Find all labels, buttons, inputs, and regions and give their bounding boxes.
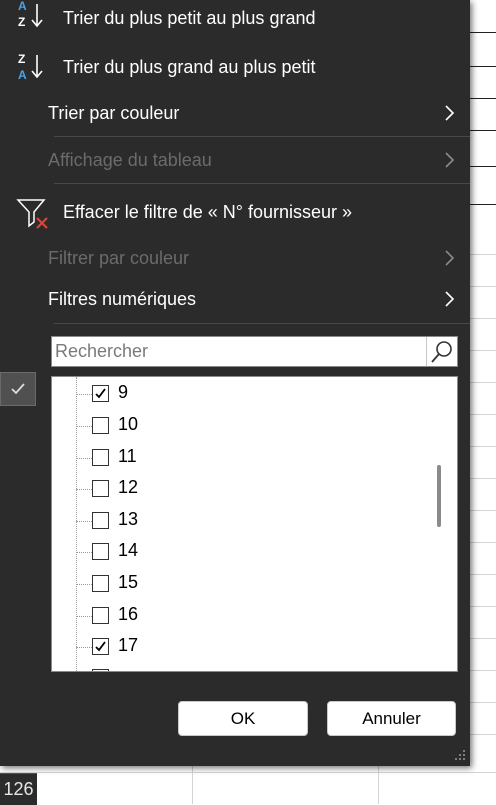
gridline (470, 254, 496, 255)
gridline (378, 766, 379, 804)
gridline (470, 166, 496, 167)
gridline (470, 382, 496, 383)
list-item[interactable]: 15 (76, 568, 416, 600)
gridline (470, 204, 496, 205)
clear-filter-icon (15, 192, 51, 232)
gridline (470, 286, 496, 287)
menu-separator (54, 323, 470, 324)
sort-icon-letter-z: Z (18, 15, 25, 29)
search-button[interactable] (426, 337, 457, 366)
gridline (192, 766, 193, 804)
sort-by-color-item[interactable]: Trier par couleur (0, 93, 470, 133)
chevron-right-icon (445, 105, 455, 121)
clear-filter-label: Effacer le filtre de « N° fournisseur » (63, 201, 353, 222)
cancel-button[interactable]: Annuler (327, 701, 456, 736)
sort-descending-label: Trier du plus grand au plus petit (63, 56, 316, 77)
gridline (470, 98, 496, 99)
autofilter-dropdown: A Z Trier du plus petit au plus grand Z … (0, 0, 470, 766)
checkbox[interactable] (92, 512, 109, 529)
list-item-label: 15 (118, 572, 139, 592)
sort-ascending-label: Trier du plus petit au plus grand (63, 7, 316, 28)
number-filters-item[interactable]: Filtres numériques (0, 279, 470, 319)
list-item[interactable]: 10 (76, 410, 416, 442)
checkmark-icon (11, 383, 25, 395)
list-item-label: 9 (118, 382, 129, 402)
gridline (470, 414, 496, 415)
ok-button[interactable]: OK (178, 701, 308, 736)
sort-icon-letter-a: A (18, 68, 27, 82)
gridline (470, 32, 496, 33)
chevron-right-icon (445, 250, 455, 266)
clear-filter-item[interactable]: Effacer le filtre de « N° fournisseur » (0, 192, 470, 232)
checkbox (92, 669, 109, 671)
gridline (470, 478, 496, 479)
search-icon (431, 341, 452, 363)
chevron-right-icon (445, 152, 455, 168)
sort-icon-letter-a: A (18, 0, 27, 13)
filter-value-list[interactable]: 9 10 11 12 13 14 15 16 17 (51, 376, 458, 672)
sort-by-color-label: Trier par couleur (48, 102, 180, 123)
list-item[interactable]: 13 (76, 505, 416, 537)
search-box (51, 336, 458, 367)
gridline (0, 772, 496, 773)
menu-separator (54, 136, 470, 137)
list-item-label: 10 (118, 414, 139, 434)
gridline (470, 350, 496, 351)
list-item[interactable]: 9 (76, 378, 416, 410)
sort-icon-letter-z: Z (18, 52, 25, 66)
list-item-label: 13 (118, 509, 139, 529)
gridline (470, 318, 496, 319)
list-item-label: 14 (118, 540, 139, 560)
list-item[interactable]: 16 (76, 600, 416, 632)
chevron-right-icon (445, 291, 455, 307)
list-item[interactable]: 14 (76, 536, 416, 568)
list-item-partial (76, 663, 416, 671)
gridline (470, 510, 496, 511)
checkmark-icon (95, 388, 106, 399)
sort-descending-item[interactable]: Z A Trier du plus grand au plus petit (0, 47, 470, 87)
filter-by-color-item: Filtrer par couleur (0, 238, 470, 278)
list-item-label: 16 (118, 604, 139, 624)
checkbox[interactable] (92, 607, 109, 624)
table-view-label: Affichage du tableau (48, 149, 212, 170)
list-item-label: 17 (118, 635, 139, 655)
checkbox[interactable] (92, 638, 109, 655)
gridline (470, 130, 496, 131)
gridline (470, 66, 496, 67)
list-item-label: 12 (118, 477, 139, 497)
gridline (470, 638, 496, 639)
filter-by-color-label: Filtrer par couleur (48, 247, 190, 268)
gridline (470, 702, 496, 703)
menu-separator (54, 183, 470, 184)
sort-ascending-icon: A Z (15, 0, 51, 38)
checkmark-icon (95, 641, 106, 652)
gridline (470, 574, 496, 575)
gridline (470, 670, 496, 671)
checkbox[interactable] (92, 480, 109, 497)
gridline (470, 542, 496, 543)
search-input[interactable] (52, 337, 425, 366)
select-all-toggle[interactable] (0, 372, 36, 406)
list-item-label: 11 (118, 446, 137, 466)
resize-grip-icon[interactable] (453, 748, 467, 762)
list-item[interactable]: 12 (76, 473, 416, 505)
checkbox[interactable] (92, 543, 109, 560)
sort-ascending-item[interactable]: A Z Trier du plus petit au plus grand (0, 0, 470, 38)
sort-descending-icon: Z A (15, 47, 51, 87)
list-scrollbar-thumb[interactable] (437, 465, 441, 527)
row-header[interactable]: 126 (0, 773, 37, 805)
gridline (470, 446, 496, 447)
list-item[interactable]: 11 (76, 442, 416, 474)
number-filters-label: Filtres numériques (48, 288, 197, 309)
checkbox[interactable] (92, 449, 109, 466)
checkbox[interactable] (92, 385, 109, 402)
table-view-item: Affichage du tableau (0, 140, 470, 180)
checkbox[interactable] (92, 575, 109, 592)
gridline (470, 606, 496, 607)
list-item[interactable]: 17 (76, 631, 416, 663)
checkbox[interactable] (92, 417, 109, 434)
gridline (470, 734, 496, 735)
